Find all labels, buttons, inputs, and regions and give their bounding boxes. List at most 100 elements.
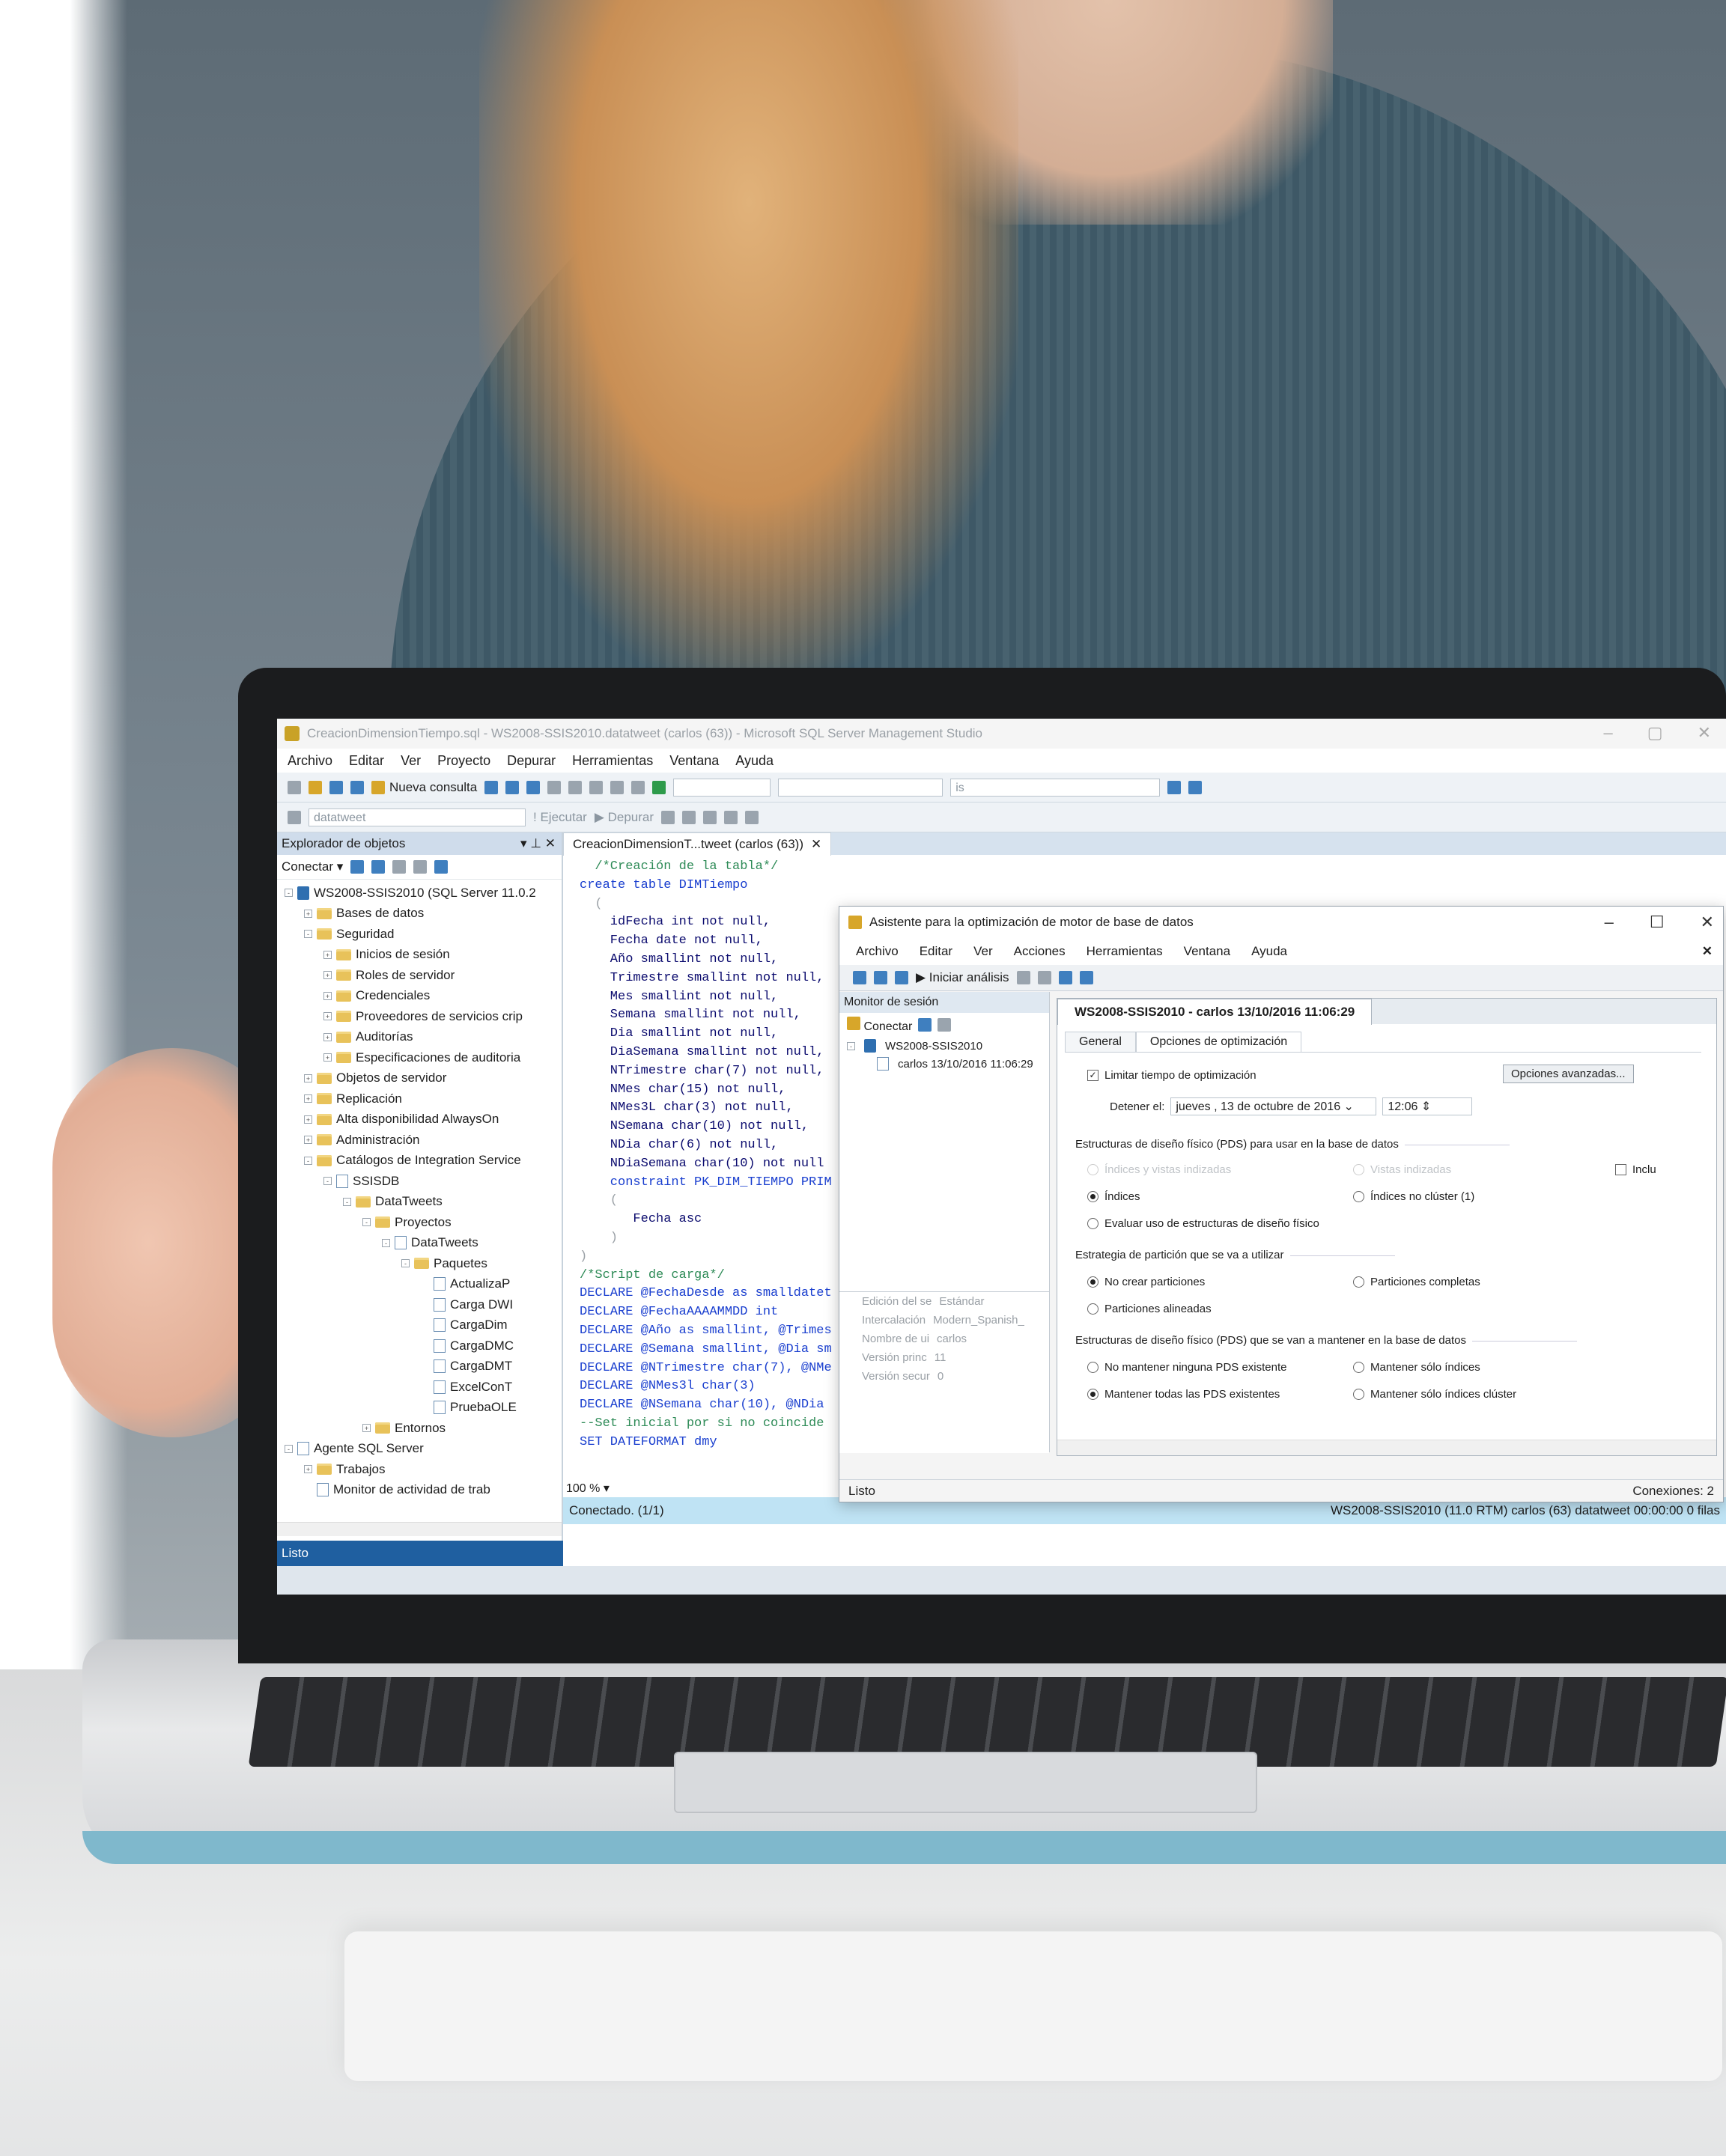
dta-menu-acciones[interactable]: Acciones <box>1014 944 1066 959</box>
dta-menu-archivo[interactable]: Archivo <box>856 944 899 959</box>
menu-ver[interactable]: Ver <box>401 753 421 769</box>
save-icon[interactable] <box>329 780 343 794</box>
collapse-icon[interactable]: - <box>304 930 312 939</box>
dta-clear-icon[interactable] <box>1037 971 1051 984</box>
tree-node[interactable]: + Alta disponibilidad AlwaysOn <box>277 1109 562 1130</box>
menu-editar[interactable]: Editar <box>349 753 384 769</box>
stop-time-stepper[interactable]: 12:06 ⇕ <box>1382 1097 1473 1115</box>
menu-depurar[interactable]: Depurar <box>507 753 556 769</box>
connect-icon[interactable] <box>288 810 301 824</box>
collapse-icon[interactable]: - <box>323 1177 332 1186</box>
tree-node[interactable]: CargaDim <box>277 1315 562 1336</box>
expand-icon[interactable]: + <box>304 1465 312 1474</box>
start-analysis-button[interactable]: ▶ Iniciar análisis <box>916 970 1009 985</box>
option-full-partitions[interactable]: Particiones completas <box>1353 1276 1480 1288</box>
advanced-options-button[interactable]: Opciones avanzadas... <box>1503 1065 1634 1083</box>
undo-icon[interactable] <box>610 780 625 794</box>
find-combo[interactable]: is <box>950 778 1161 797</box>
tree-node[interactable]: - Agente SQL Server <box>277 1439 562 1460</box>
execute-button[interactable]: ! Ejecutar <box>533 810 587 825</box>
collapse-icon[interactable]: - <box>343 1197 351 1206</box>
limit-time-checkbox[interactable]: ✓ <box>1087 1070 1098 1081</box>
tree-node[interactable]: - Catálogos de Integration Service <box>277 1151 562 1172</box>
oe-horizontal-scrollbar[interactable] <box>277 1522 562 1536</box>
tree-node[interactable]: PruebaOLE <box>277 1398 562 1419</box>
zoom-level[interactable]: 100 % ▾ <box>563 1481 610 1496</box>
option-keep-clustered[interactable]: Mantener sólo índices clúster <box>1353 1388 1516 1401</box>
tree-node[interactable]: + Roles de servidor <box>277 965 562 986</box>
session-server-expand-icon[interactable]: - <box>847 1041 855 1050</box>
comment-icon[interactable] <box>724 810 738 824</box>
option-indexes[interactable]: Índices <box>1087 1190 1140 1203</box>
radio-keep-all[interactable] <box>1087 1389 1098 1400</box>
tab-general[interactable]: General <box>1065 1032 1136 1052</box>
copy-icon[interactable] <box>568 780 583 794</box>
tree-node[interactable]: + Bases de datos <box>277 904 562 925</box>
start-icon[interactable] <box>652 780 666 794</box>
tree-node[interactable]: CargaDMC <box>277 1336 562 1356</box>
expand-icon[interactable]: + <box>362 1424 371 1433</box>
option-evaluate-pds[interactable]: Evaluar uso de estructuras de diseño fís… <box>1087 1217 1319 1230</box>
option-no-partitions[interactable]: No crear particiones <box>1087 1276 1205 1288</box>
tree-node[interactable]: + Especificaciones de auditoria <box>277 1047 562 1068</box>
collapse-icon[interactable]: - <box>382 1238 390 1247</box>
oe-disconnect-icon[interactable] <box>371 860 386 874</box>
radio-evaluate-pds[interactable] <box>1087 1218 1098 1229</box>
expand-icon[interactable]: + <box>323 991 332 1000</box>
oe-connect-icon[interactable] <box>350 860 365 874</box>
dta-stop-icon[interactable] <box>1016 971 1030 984</box>
new-query-button[interactable]: Nueva consulta <box>371 780 477 795</box>
tree-node[interactable]: - Proyectos <box>277 1212 562 1233</box>
tree-node[interactable]: + Auditorías <box>277 1027 562 1048</box>
properties-icon[interactable] <box>1167 780 1182 794</box>
collapse-icon[interactable]: - <box>401 1259 410 1268</box>
tree-node[interactable]: - Seguridad <box>277 924 562 945</box>
indent-icon[interactable] <box>745 810 759 824</box>
menu-archivo[interactable]: Archivo <box>288 753 332 769</box>
oe-filter-icon[interactable] <box>413 860 428 874</box>
options-horizontal-scrollbar[interactable] <box>1057 1440 1716 1455</box>
dmx-query-icon[interactable] <box>526 780 541 794</box>
session-item[interactable]: carlos 13/10/2016 11:06:29 <box>847 1055 1049 1073</box>
session-refresh-icon[interactable] <box>938 1018 952 1032</box>
stop-date-picker[interactable]: jueves , 13 de octubre de 2016 ⌄ <box>1170 1097 1377 1115</box>
collapse-icon[interactable]: - <box>285 1444 293 1453</box>
session-server-node[interactable]: - WS2008-SSIS2010 <box>847 1037 1049 1055</box>
session-disconnect-icon[interactable] <box>918 1018 932 1032</box>
tree-node[interactable]: + Objetos de servidor <box>277 1068 562 1089</box>
option-nonclustered-indexes[interactable]: Índices no clúster (1) <box>1353 1190 1474 1203</box>
tab-tuning-options[interactable]: Opciones de optimización <box>1135 1032 1302 1052</box>
query-document-tab[interactable]: CreacionDimensionT...tweet (carlos (63))… <box>563 832 832 856</box>
back-icon[interactable] <box>288 780 301 794</box>
expand-icon[interactable]: + <box>323 971 332 980</box>
limit-time-option[interactable]: ✓ Limitar tiempo de optimización <box>1087 1069 1256 1082</box>
option-aligned-partitions[interactable]: Particiones alineadas <box>1087 1303 1212 1315</box>
menu-proyecto[interactable]: Proyecto <box>437 753 490 769</box>
stop-icon[interactable] <box>661 810 675 824</box>
db-query-icon[interactable] <box>484 780 499 794</box>
radio-full-partitions[interactable] <box>1353 1276 1364 1288</box>
dta-open-icon[interactable] <box>874 971 887 984</box>
collapse-icon[interactable]: - <box>362 1218 371 1227</box>
redo-icon[interactable] <box>631 780 645 794</box>
open-icon[interactable] <box>309 780 322 794</box>
database-combo[interactable]: datatweet <box>309 808 526 826</box>
radio-keep-indexes[interactable] <box>1353 1362 1364 1373</box>
expand-icon[interactable]: + <box>304 1094 312 1103</box>
tree-node[interactable]: + Administración <box>277 1130 562 1151</box>
tree-node[interactable]: - SSISDB <box>277 1171 562 1192</box>
oe-connect-button[interactable]: Conectar ▾ <box>282 859 343 874</box>
paste-icon[interactable] <box>589 780 604 794</box>
oe-stop-icon[interactable] <box>392 860 407 874</box>
radio-keep-clustered[interactable] <box>1353 1389 1364 1400</box>
tree-node[interactable]: + Replicación <box>277 1088 562 1109</box>
solution-config-combo[interactable] <box>673 778 771 797</box>
close-icon[interactable]: ✕ <box>1698 723 1711 743</box>
dta-menu-editar[interactable]: Editar <box>920 944 952 959</box>
dta-save-icon[interactable] <box>895 971 908 984</box>
dta-minimize-icon[interactable]: – <box>1605 913 1614 932</box>
expand-icon[interactable]: + <box>304 909 312 918</box>
tree-node[interactable]: + Entornos <box>277 1418 562 1439</box>
tree-node[interactable]: + Proveedores de servicios crip <box>277 1006 562 1027</box>
platform-combo[interactable] <box>778 778 943 797</box>
